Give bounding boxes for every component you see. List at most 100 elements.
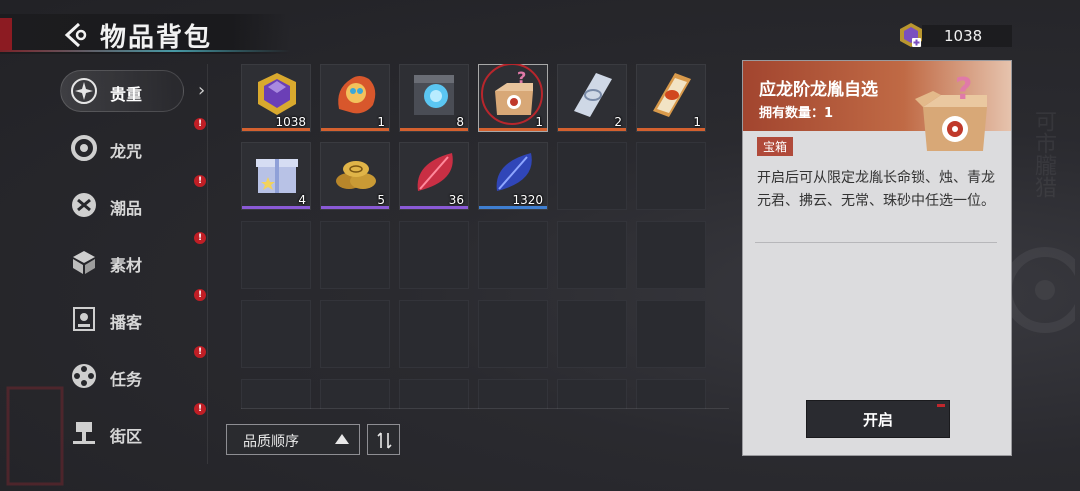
inventory-slot[interactable]: 1038 <box>241 64 311 132</box>
blue-leaf-gem-icon <box>496 153 532 191</box>
sidebar-item-label: 街区 <box>110 427 143 446</box>
rarity-bar <box>479 128 547 131</box>
inventory-slot[interactable]: 4 <box>241 142 311 210</box>
empty-slot <box>320 300 390 368</box>
item-quantity: 8 <box>456 115 464 129</box>
button-accent <box>937 404 945 407</box>
star-burst-icon <box>71 78 97 104</box>
inventory-slot[interactable]: 8 <box>399 64 469 132</box>
mystery-box-icon: ? <box>495 69 533 115</box>
item-quantity: 1038 <box>275 115 306 129</box>
sidebar-item-tasks[interactable]: 任务 ! <box>60 351 210 415</box>
sort-direction-button[interactable] <box>367 424 400 455</box>
rarity-bar <box>479 206 547 209</box>
sidebar-item-materials[interactable]: 素材 ! <box>60 237 210 301</box>
back-arrow-icon[interactable] <box>62 20 92 50</box>
inventory-slot[interactable]: 2 <box>557 64 627 132</box>
ring-target-icon <box>71 135 97 161</box>
empty-slot <box>399 221 469 289</box>
sidebar-item-label: 播客 <box>110 313 143 332</box>
gold-coins-icon <box>336 161 376 189</box>
sidebar-item-valuables[interactable]: 贵重 › ! <box>60 66 210 130</box>
sidebar-item-trendy[interactable]: 潮品 ! <box>60 180 210 244</box>
empty-slot <box>320 221 390 289</box>
open-button-label: 开启 <box>862 411 893 429</box>
empty-slot <box>399 379 469 409</box>
sidebar-item-label: 龙咒 <box>110 142 143 161</box>
empty-slot <box>320 379 390 409</box>
currency-display[interactable]: 1038 <box>898 23 1013 47</box>
empty-slot <box>478 221 548 289</box>
sidebar-item-dragon-curse[interactable]: 龙咒 ! <box>60 123 210 187</box>
fire-dragon-spirit-icon <box>338 76 376 114</box>
svg-text:?: ? <box>517 69 526 87</box>
rarity-bar <box>400 128 468 131</box>
empty-slot <box>557 300 627 368</box>
inventory-slot[interactable]: 5 <box>320 142 390 210</box>
empty-slot <box>557 221 627 289</box>
header-accent <box>0 18 12 50</box>
owned-count: 拥有数量：1 <box>759 106 834 121</box>
hexagon-emblem-icon <box>72 193 96 217</box>
item-quantity: 36 <box>448 193 464 207</box>
currency-amount: 1038 <box>944 27 983 45</box>
rarity-bar <box>321 128 389 131</box>
empty-slot <box>478 379 548 409</box>
description-divider <box>755 242 997 243</box>
inventory-slot[interactable]: 1 <box>636 64 706 132</box>
red-leaf-gem-icon <box>417 153 453 191</box>
empty-slot <box>557 379 627 409</box>
inventory-slot[interactable]: 36 <box>399 142 469 210</box>
rarity-bar <box>637 128 705 131</box>
item-quantity: 1 <box>377 115 385 129</box>
item-quantity: 2 <box>614 115 622 129</box>
sort-arrows-icon <box>377 432 392 449</box>
item-quantity: 5 <box>377 193 385 207</box>
item-quantity: 1 <box>535 115 543 129</box>
empty-slot <box>478 300 548 368</box>
svg-text:?: ? <box>955 72 972 107</box>
grid-divider <box>241 408 729 409</box>
sidebar-item-label: 贵重 <box>110 85 143 104</box>
item-quantity: 1 <box>693 115 701 129</box>
silver-ticket-icon <box>574 73 612 117</box>
film-reel-icon <box>72 364 96 388</box>
inventory-slot[interactable]: 1 <box>320 64 390 132</box>
empty-slot <box>636 221 706 289</box>
empty-slot <box>636 379 706 409</box>
blue-core-cube-icon <box>414 75 454 115</box>
district-icon <box>73 422 95 444</box>
item-description: 开启后可从限定龙胤长命锁、烛、青龙元君、拂云、无常、珠砂中任选一位。 <box>757 170 995 209</box>
purple-gold-crystal-icon <box>900 23 922 47</box>
cassette-icon <box>73 307 95 331</box>
rarity-bar <box>400 206 468 209</box>
sort-order-dropdown[interactable]: 品质顺序 <box>226 424 360 455</box>
sidebar-item-label: 任务 <box>110 370 143 389</box>
item-quantity: 1320 <box>512 193 543 207</box>
empty-slot <box>636 142 706 210</box>
detail-title: 应龙阶龙胤自选 <box>759 80 878 100</box>
sort-order-label: 品质顺序 <box>243 434 299 450</box>
open-button[interactable]: 开启 <box>806 400 950 438</box>
header-divider <box>0 50 290 52</box>
empty-slot <box>241 379 311 409</box>
rarity-bar <box>321 206 389 209</box>
background-glyph-art: 可市朧猎 <box>1031 110 1056 198</box>
sidebar-item-label: 素材 <box>110 256 143 275</box>
sidebar-item-podcast[interactable]: 播客 ! <box>60 294 210 358</box>
empty-slot <box>241 221 311 289</box>
empty-slot <box>557 142 627 210</box>
triangle-up-icon <box>335 434 349 444</box>
rarity-bar <box>242 206 310 209</box>
item-type-tag: 宝箱 <box>757 137 794 156</box>
empty-slot <box>241 300 311 368</box>
sidebar-item-district[interactable]: 街区 <box>60 408 210 458</box>
rarity-bar <box>242 128 310 131</box>
inventory-slot[interactable]: 1320 <box>478 142 548 210</box>
rarity-bar <box>558 128 626 131</box>
item-detail-panel: 应龙阶龙胤自选 拥有数量：1 ? 宝箱 开启后可从限定龙胤长命锁、烛、青龙元君、… <box>742 60 1012 456</box>
mystery-box-icon: ? <box>915 72 987 151</box>
inventory-slot-selected[interactable]: ? 1 <box>478 64 548 132</box>
page-title: 物品背包 <box>100 23 213 53</box>
gift-box-icon <box>256 159 298 193</box>
